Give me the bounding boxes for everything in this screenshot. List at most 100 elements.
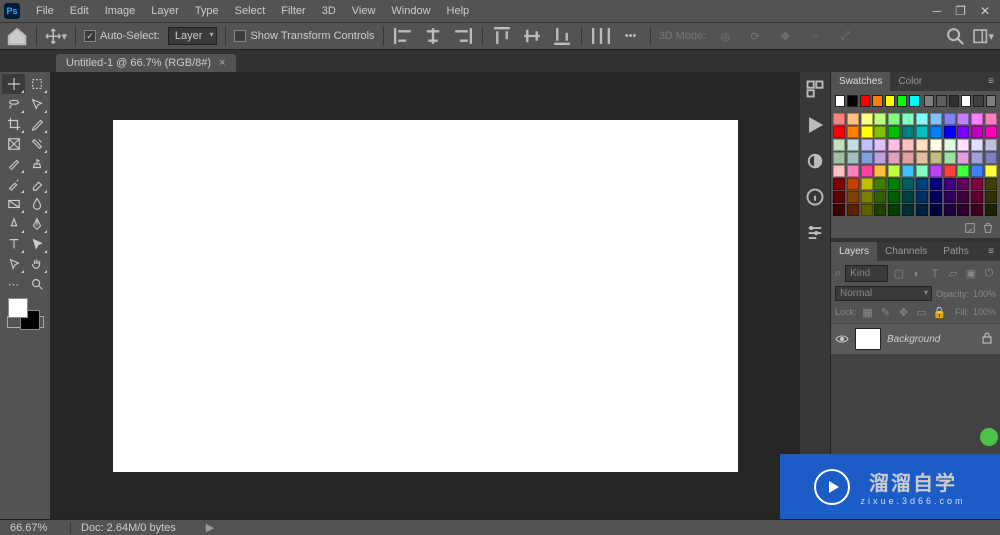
swatch[interactable] xyxy=(961,95,971,107)
swatch[interactable] xyxy=(986,95,996,107)
swatch[interactable] xyxy=(957,113,969,125)
swatch[interactable] xyxy=(847,204,859,216)
swatch[interactable] xyxy=(902,165,914,177)
swatch[interactable] xyxy=(930,152,942,164)
swatch[interactable] xyxy=(957,165,969,177)
swatch[interactable] xyxy=(971,139,983,151)
swatch[interactable] xyxy=(985,152,997,164)
swatch[interactable] xyxy=(957,204,969,216)
more-icon[interactable]: ••• xyxy=(620,25,642,47)
paths-tab[interactable]: Paths xyxy=(935,242,977,261)
swatch[interactable] xyxy=(916,113,928,125)
swatch[interactable] xyxy=(930,165,942,177)
swatch[interactable] xyxy=(985,191,997,203)
brush-tool[interactable] xyxy=(2,154,25,174)
lock-pixels-icon[interactable]: ✎ xyxy=(879,305,893,319)
swatch[interactable] xyxy=(944,139,956,151)
menu-3d[interactable]: 3D xyxy=(314,2,344,20)
swatch[interactable] xyxy=(833,165,845,177)
filter-shape-icon[interactable]: ▱ xyxy=(946,267,960,281)
swatch[interactable] xyxy=(861,191,873,203)
canvas[interactable] xyxy=(113,120,738,472)
swatch[interactable] xyxy=(847,95,857,107)
swatch[interactable] xyxy=(835,95,845,107)
layers-tab[interactable]: Layers xyxy=(831,242,877,261)
blend-mode-dropdown[interactable]: Normal xyxy=(835,286,932,301)
swatch[interactable] xyxy=(916,191,928,203)
status-doc-info[interactable]: Doc: 2.64M/0 bytes xyxy=(70,522,176,534)
swatch[interactable] xyxy=(874,165,886,177)
swatch[interactable] xyxy=(944,152,956,164)
window-minimize-icon[interactable]: ─ xyxy=(933,4,942,18)
swatch[interactable] xyxy=(874,204,886,216)
swatch[interactable] xyxy=(930,178,942,190)
swatch[interactable] xyxy=(930,126,942,138)
align-left-icon[interactable] xyxy=(392,25,414,47)
rectangle-tool[interactable] xyxy=(2,254,25,274)
swatch[interactable] xyxy=(888,165,900,177)
swatch[interactable] xyxy=(860,95,870,107)
zoom-tool[interactable] xyxy=(25,274,48,294)
document-tab[interactable]: Untitled-1 @ 66.7% (RGB/8#) × xyxy=(56,54,236,72)
swatch[interactable] xyxy=(971,126,983,138)
swatch[interactable] xyxy=(847,191,859,203)
menu-window[interactable]: Window xyxy=(383,2,438,20)
swatch[interactable] xyxy=(872,95,882,107)
swatch[interactable] xyxy=(861,204,873,216)
swatch[interactable] xyxy=(888,152,900,164)
align-center-h-icon[interactable] xyxy=(422,25,444,47)
swatch[interactable] xyxy=(957,126,969,138)
type-tool[interactable] xyxy=(2,234,25,254)
swatch[interactable] xyxy=(888,191,900,203)
info-panel-icon[interactable] xyxy=(805,188,825,206)
swatch[interactable] xyxy=(847,152,859,164)
swatch[interactable] xyxy=(949,95,959,107)
filter-pixel-icon[interactable]: ▢ xyxy=(892,267,906,281)
swatch[interactable] xyxy=(888,139,900,151)
spot-heal-tool[interactable] xyxy=(25,134,48,154)
swatch[interactable] xyxy=(930,204,942,216)
swatch[interactable] xyxy=(897,95,907,107)
crop-tool[interactable] xyxy=(2,114,25,134)
swatch[interactable] xyxy=(861,126,873,138)
menu-view[interactable]: View xyxy=(344,2,384,20)
channels-tab[interactable]: Channels xyxy=(877,242,935,261)
dodge-tool[interactable] xyxy=(2,214,25,234)
lock-transparent-icon[interactable]: ▦ xyxy=(861,305,875,319)
swatch[interactable] xyxy=(833,204,845,216)
opacity-value[interactable]: 100% xyxy=(973,289,996,299)
swatch[interactable] xyxy=(861,113,873,125)
swatch[interactable] xyxy=(985,113,997,125)
eyedropper-tool[interactable] xyxy=(25,114,48,134)
swatch[interactable] xyxy=(861,139,873,151)
swatch[interactable] xyxy=(971,204,983,216)
swatches-tab[interactable]: Swatches xyxy=(831,72,890,91)
filter-type-icon[interactable]: T xyxy=(928,267,942,281)
swatch[interactable] xyxy=(944,126,956,138)
swatch[interactable] xyxy=(833,139,845,151)
layer-thumbnail[interactable] xyxy=(855,328,881,350)
history-panel-icon[interactable] xyxy=(805,80,825,98)
auto-select-dropdown[interactable]: Layer xyxy=(168,27,218,45)
swatch[interactable] xyxy=(874,191,886,203)
swatch[interactable] xyxy=(971,191,983,203)
swatch[interactable] xyxy=(957,178,969,190)
swatch[interactable] xyxy=(971,178,983,190)
actions-panel-icon[interactable] xyxy=(805,116,825,134)
history-brush-tool[interactable] xyxy=(2,174,25,194)
swatch[interactable] xyxy=(916,165,928,177)
swatch[interactable] xyxy=(902,152,914,164)
close-tab-icon[interactable]: × xyxy=(219,57,225,69)
swatch[interactable] xyxy=(973,95,983,107)
swatch[interactable] xyxy=(847,165,859,177)
swatch[interactable] xyxy=(861,178,873,190)
layer-kind-filter[interactable]: Kind xyxy=(845,265,888,282)
blur-tool[interactable] xyxy=(25,194,48,214)
foreground-color[interactable] xyxy=(8,298,28,318)
workspace-icon[interactable]: ▾ xyxy=(972,25,994,47)
swatch[interactable] xyxy=(902,204,914,216)
quick-select-tool[interactable] xyxy=(25,94,48,114)
lock-all-icon[interactable]: 🔒 xyxy=(933,305,947,319)
swatch[interactable] xyxy=(874,139,886,151)
filter-smart-icon[interactable]: ▣ xyxy=(964,267,978,281)
